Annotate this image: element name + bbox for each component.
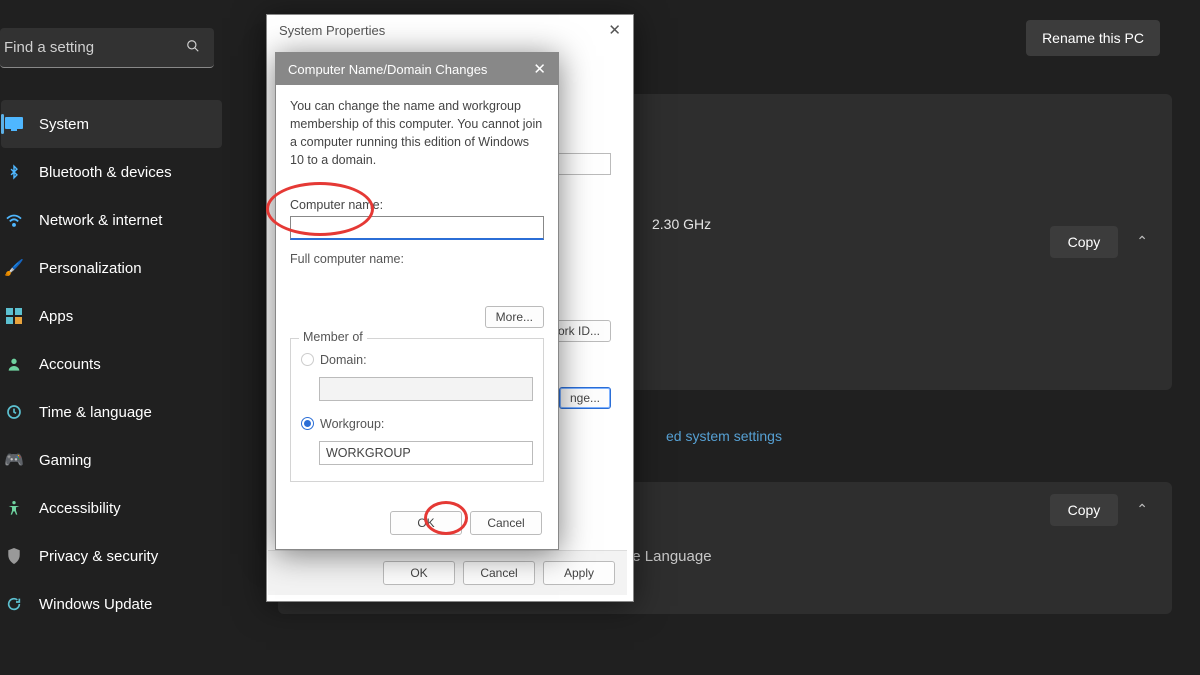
domain-input (319, 377, 533, 401)
member-of-legend: Member of (299, 330, 367, 344)
sidebar-item-windows-update[interactable]: Windows Update (1, 580, 222, 628)
sysprop-title: System Properties (279, 23, 385, 38)
chevron-up-icon[interactable]: ⌃ (1136, 233, 1148, 250)
update-icon (3, 593, 25, 615)
cname-description: You can change the name and workgroup me… (290, 97, 544, 170)
computer-name-label: Computer name: (290, 198, 544, 212)
close-button[interactable]: ✕ (533, 60, 546, 78)
sidebar-item-privacy-security[interactable]: Privacy & security (1, 532, 222, 580)
sysprop-cancel-button[interactable]: Cancel (463, 561, 535, 585)
person-icon (3, 353, 25, 375)
paintbrush-icon: 🖌️ (3, 257, 25, 279)
full-computer-name-label: Full computer name: (290, 252, 544, 266)
copy-winspec-button[interactable]: Copy (1050, 494, 1119, 526)
cname-cancel-button[interactable]: Cancel (470, 511, 542, 535)
search-input[interactable] (4, 39, 154, 56)
sidebar-item-personalization[interactable]: 🖌️ Personalization (1, 244, 222, 292)
cname-ok-button[interactable]: OK (390, 511, 462, 535)
sysprop-apply-button[interactable]: Apply (543, 561, 615, 585)
close-button[interactable]: ✕ (608, 21, 621, 39)
sidebar-item-label: Gaming (39, 452, 92, 469)
sidebar-item-label: Accessibility (39, 500, 121, 517)
sidebar-item-accessibility[interactable]: Accessibility (1, 484, 222, 532)
cname-title: Computer Name/Domain Changes (288, 62, 487, 77)
sysprop-ok-button[interactable]: OK (383, 561, 455, 585)
workgroup-radio-label: Workgroup: (320, 417, 384, 431)
computer-name-input[interactable] (290, 216, 544, 240)
sidebar-item-label: Privacy & security (39, 548, 158, 565)
sidebar-item-label: Windows Update (39, 596, 152, 613)
settings-sidebar: System Bluetooth & devices Network & int… (0, 0, 222, 675)
change-button[interactable]: nge... (559, 387, 611, 409)
rename-pc-button[interactable]: Rename this PC (1026, 20, 1160, 56)
radio-checked-icon (301, 417, 314, 430)
search-icon (186, 39, 200, 56)
computer-name-dialog: Computer Name/Domain Changes ✕ You can c… (275, 52, 559, 550)
sidebar-item-gaming[interactable]: 🎮 Gaming (1, 436, 222, 484)
display-icon (3, 113, 25, 135)
sidebar-item-network[interactable]: Network & internet (1, 196, 222, 244)
radio-unchecked-icon (301, 353, 314, 366)
member-of-group: Member of Domain: Workgroup: (290, 338, 544, 482)
domain-radio-row[interactable]: Domain: (301, 353, 533, 367)
clock-icon (3, 401, 25, 423)
copy-specs-button[interactable]: Copy (1050, 226, 1119, 258)
sidebar-item-system[interactable]: System (1, 100, 222, 148)
sidebar-item-label: System (39, 116, 89, 133)
sidebar-item-label: Bluetooth & devices (39, 164, 172, 181)
chevron-up-icon[interactable]: ⌃ (1136, 501, 1148, 518)
workgroup-radio-row[interactable]: Workgroup: (301, 417, 533, 431)
workgroup-input[interactable] (319, 441, 533, 465)
link-advanced-settings[interactable]: ed system settings (666, 418, 1172, 454)
sidebar-item-bluetooth[interactable]: Bluetooth & devices (1, 148, 222, 196)
sidebar-item-label: Network & internet (39, 212, 162, 229)
wifi-icon (3, 209, 25, 231)
find-setting-search[interactable] (0, 28, 214, 68)
sidebar-item-label: Accounts (39, 356, 101, 373)
sidebar-item-label: Time & language (39, 404, 152, 421)
gaming-icon: 🎮 (3, 449, 25, 471)
sidebar-item-apps[interactable]: Apps (1, 292, 222, 340)
apps-icon (3, 305, 25, 327)
accessibility-icon (3, 497, 25, 519)
more-button[interactable]: More... (485, 306, 544, 328)
shield-icon (3, 545, 25, 567)
domain-radio-label: Domain: (320, 353, 367, 367)
bluetooth-icon (3, 161, 25, 183)
cname-titlebar[interactable]: Computer Name/Domain Changes ✕ (276, 53, 558, 85)
sidebar-item-label: Personalization (39, 260, 142, 277)
sidebar-item-label: Apps (39, 308, 73, 325)
sidebar-item-accounts[interactable]: Accounts (1, 340, 222, 388)
sysprop-titlebar[interactable]: System Properties ✕ (267, 15, 633, 45)
sidebar-item-time-language[interactable]: Time & language (1, 388, 222, 436)
